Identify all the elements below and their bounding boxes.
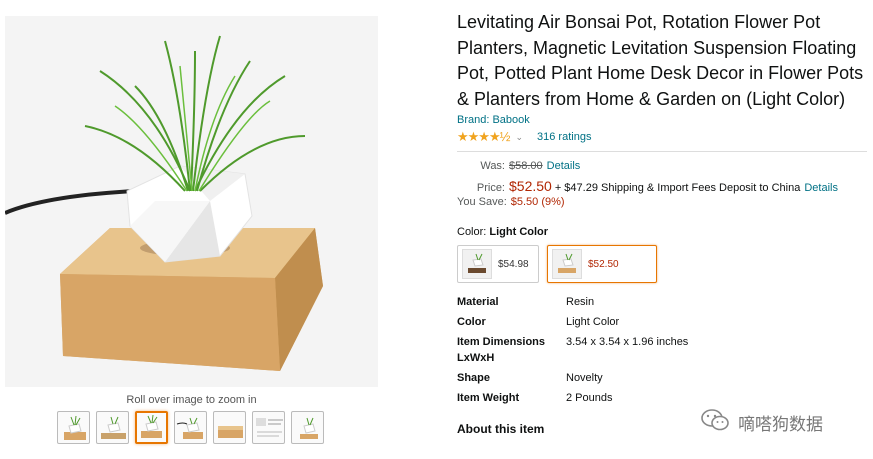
color-swatch-option-1[interactable]: $54.98 xyxy=(457,245,539,283)
swatch-price: $52.50 xyxy=(588,258,619,270)
spec-value: Novelty xyxy=(566,372,603,384)
ratings-count-link[interactable]: 316 ratings xyxy=(537,131,591,143)
watermark-text: 嘀嗒狗数据 xyxy=(738,415,823,434)
thumbnail-1[interactable] xyxy=(57,411,90,444)
save-label: You Save: xyxy=(457,196,507,208)
shipping-details-link[interactable]: Details xyxy=(804,182,838,194)
savings-row: You Save: $5.50 (9%) xyxy=(457,196,867,214)
spec-value: 2 Pounds xyxy=(566,392,613,404)
spec-value: 3.54 x 3.54 x 1.96 inches xyxy=(566,336,689,348)
spec-row: Shape Novelty xyxy=(457,370,867,390)
image-gallery: Roll over image to zoom in xyxy=(0,0,440,459)
price-block: Was: $58.00 Details Price: $52.50 + $47.… xyxy=(457,160,867,214)
thumbnail-5[interactable] xyxy=(213,411,246,444)
watermark: 嘀嗒狗数据 xyxy=(700,408,823,437)
spec-row: Material Resin xyxy=(457,294,867,314)
selected-color: Light Color xyxy=(489,226,549,238)
current-price: $52.50 xyxy=(509,178,552,194)
zoom-hint: Roll over image to zoom in xyxy=(126,394,257,406)
product-details: Levitating Air Bonsai Pot, Rotation Flow… xyxy=(457,10,867,436)
color-selector-label: Color: Light Color xyxy=(457,226,867,238)
color-label: Color: xyxy=(457,226,487,238)
chevron-down-icon[interactable]: ⌄ xyxy=(515,132,523,143)
was-price: $58.00 xyxy=(509,160,543,172)
main-product-image[interactable] xyxy=(5,16,378,387)
spec-key: Item Weight xyxy=(457,392,520,404)
swatch-thumbnail xyxy=(462,249,492,279)
star-rating-icon[interactable]: ★★★★½ xyxy=(457,129,510,145)
brand-link[interactable]: Brand: Babook xyxy=(457,114,867,126)
color-swatches: $54.98 $52.50 xyxy=(457,245,867,283)
spec-key: Item Dimensions LxWxH xyxy=(457,336,546,364)
product-title: Levitating Air Bonsai Pot, Rotation Flow… xyxy=(457,12,864,109)
thumbnail-strip xyxy=(57,411,324,444)
thumbnail-7[interactable] xyxy=(291,411,324,444)
spec-row: Item Dimensions LxWxH 3.54 x 3.54 x 1.96… xyxy=(457,334,867,370)
divider xyxy=(457,151,867,152)
swatch-price: $54.98 xyxy=(498,258,529,270)
shipping-fees: + $47.29 Shipping & Import Fees Deposit … xyxy=(554,182,801,194)
spec-key: Color xyxy=(457,316,486,328)
was-label: Was: xyxy=(480,160,505,172)
thumbnail-4[interactable] xyxy=(174,411,207,444)
color-swatch-option-2[interactable]: $52.50 xyxy=(547,245,657,283)
current-price-row: Price: $52.50 + $47.29 Shipping & Import… xyxy=(457,178,867,196)
thumbnail-2[interactable] xyxy=(96,411,129,444)
price-label: Price: xyxy=(476,182,505,194)
swatch-thumbnail xyxy=(552,249,582,279)
thumbnail-6[interactable] xyxy=(252,411,285,444)
spec-key: Material xyxy=(457,296,499,308)
was-price-details-link[interactable]: Details xyxy=(547,160,581,172)
wechat-icon xyxy=(700,408,730,437)
spec-key: Shape xyxy=(457,372,491,384)
save-amount: $5.50 (9%) xyxy=(510,196,565,208)
was-price-row: Was: $58.00 Details xyxy=(457,160,867,178)
rating-row: ★★★★½ ⌄ 316 ratings xyxy=(457,129,867,145)
thumbnail-3[interactable] xyxy=(135,411,168,444)
spec-row: Item Weight 2 Pounds xyxy=(457,390,867,410)
product-specs-table: Material Resin Color Light Color Item Di… xyxy=(457,294,867,410)
spec-value: Light Color xyxy=(566,316,620,328)
spec-row: Color Light Color xyxy=(457,314,867,334)
spec-value: Resin xyxy=(566,296,595,308)
